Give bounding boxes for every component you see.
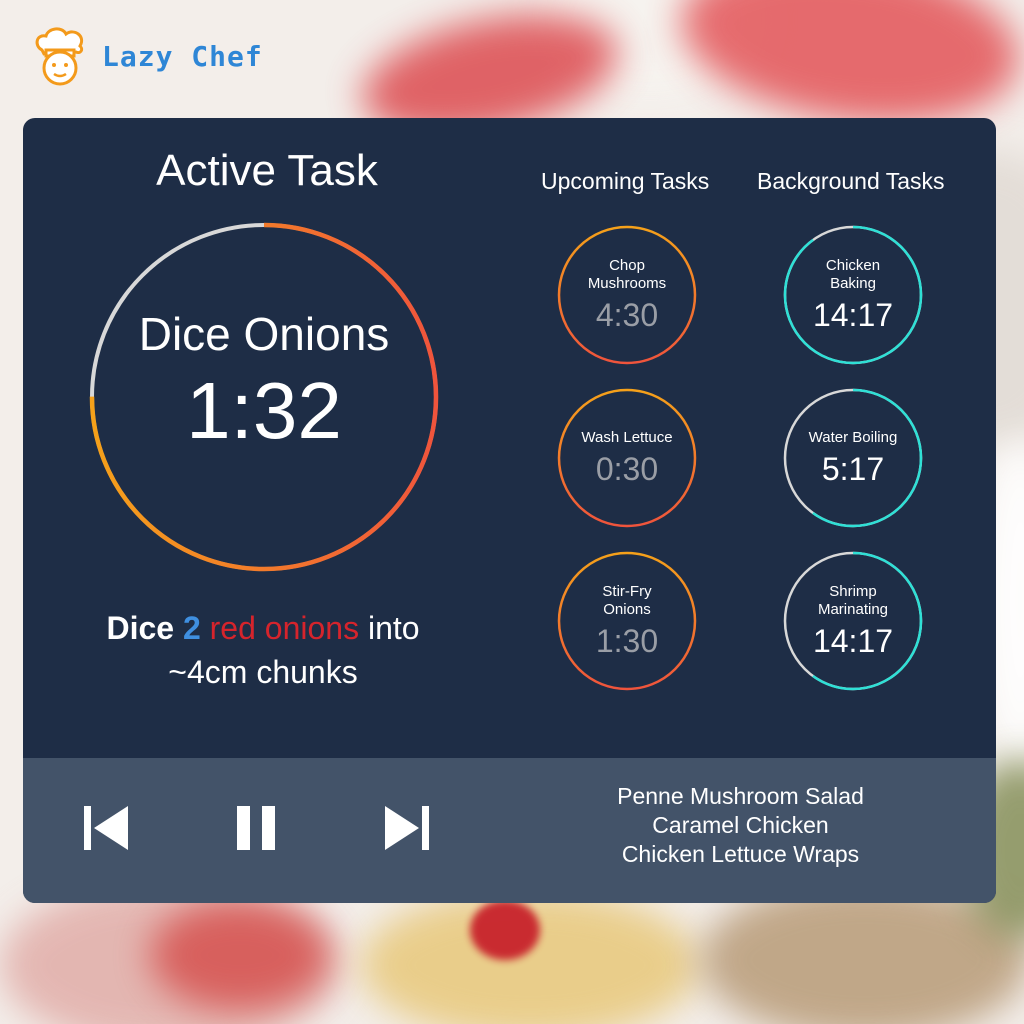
playback-controls-bar: Penne Mushroom Salad Caramel Chicken Chi…	[23, 758, 996, 903]
active-task-name: Dice Onions	[138, 308, 390, 360]
background-task[interactable]: Water Boiling 5:17	[783, 388, 923, 528]
upcoming-task[interactable]: Stir-Fry Onions 1:30	[557, 551, 697, 691]
instruction-rest: into	[367, 610, 420, 646]
previous-icon	[84, 806, 128, 850]
upcoming-task-time: 0:30	[595, 450, 659, 487]
app-name: Lazy Chef	[102, 39, 263, 73]
background-task-name: Water Boiling	[808, 428, 898, 446]
background-tasks-header: Background Tasks	[757, 168, 945, 194]
background-task[interactable]: Shrimp Marinating 14:17	[783, 551, 923, 691]
instruction-quantity: 2	[182, 610, 201, 646]
background-task-time: 14:17	[812, 296, 894, 333]
background-task[interactable]: Chicken Baking 14:17	[783, 225, 923, 365]
instruction-line2: ~4cm chunks	[168, 654, 358, 690]
task-instruction: Dice 2 red onions into ~4cm chunks	[63, 606, 463, 694]
background-task-time: 5:17	[821, 450, 885, 487]
upcoming-task-time: 4:30	[595, 296, 659, 333]
upcoming-task-name: Stir-Fry Onions	[602, 582, 652, 618]
pause-icon	[237, 806, 275, 850]
recipe-item[interactable]: Chicken Lettuce Wraps	[568, 840, 913, 869]
pause-button[interactable]	[226, 798, 286, 858]
background-task-name: Chicken Baking	[825, 256, 881, 292]
upcoming-tasks-header: Upcoming Tasks	[541, 168, 710, 194]
active-task-header: Active Task	[156, 146, 378, 195]
background-task-time: 14:17	[812, 622, 894, 659]
upcoming-task-name: Wash Lettuce	[581, 428, 673, 446]
app-logo[interactable]: Lazy Chef	[28, 24, 263, 88]
instruction-verb: Dice	[106, 610, 175, 646]
upcoming-task[interactable]: Chop Mushrooms 4:30	[557, 225, 697, 365]
next-task-button[interactable]	[375, 798, 435, 858]
instruction-ingredient: red onions	[209, 610, 360, 646]
background-task-name: Shrimp Marinating	[817, 582, 889, 618]
active-task-display: Dice Onions 1:32	[89, 222, 439, 572]
main-panel: Active Task Dice Onions 1:32 Dice 2 red …	[23, 118, 996, 903]
upcoming-task-time: 1:30	[595, 622, 659, 659]
recipe-item[interactable]: Caramel Chicken	[568, 811, 913, 840]
recipe-list: Penne Mushroom Salad Caramel Chicken Chi…	[568, 782, 913, 869]
upcoming-task-name: Chop Mushrooms	[587, 256, 667, 292]
recipe-item[interactable]: Penne Mushroom Salad	[568, 782, 913, 811]
chef-face-icon	[35, 27, 84, 86]
next-icon	[385, 806, 429, 850]
active-task-time: 1:32	[186, 366, 342, 455]
previous-task-button[interactable]	[78, 798, 138, 858]
upcoming-task[interactable]: Wash Lettuce 0:30	[557, 388, 697, 528]
